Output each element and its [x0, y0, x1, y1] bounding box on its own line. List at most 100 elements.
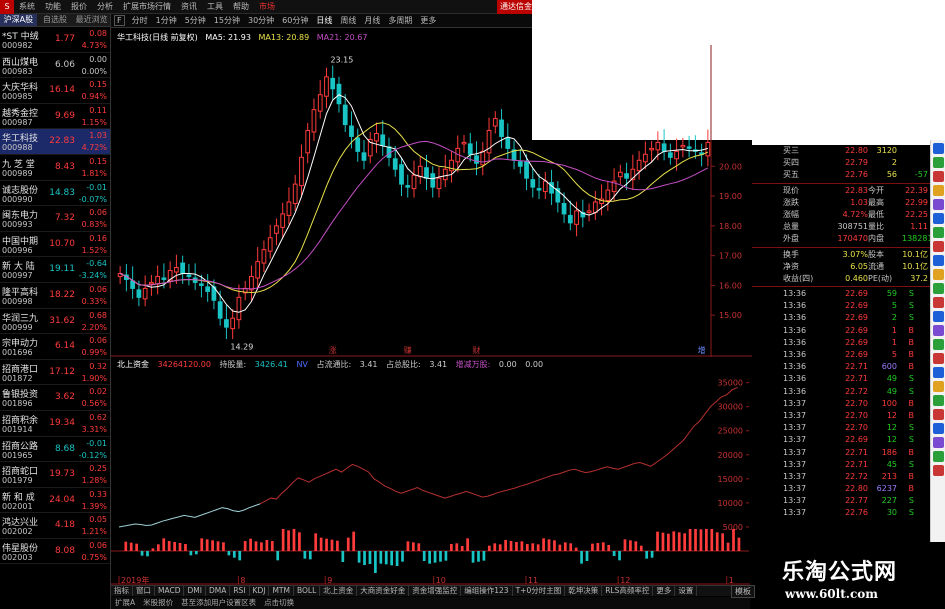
- toolbar-icon[interactable]: [933, 283, 944, 294]
- stock-row[interactable]: 伟星股份 002003 8.08 0.06 0.75%: [0, 539, 110, 565]
- stock-row[interactable]: 招商港口 001872 17.12 0.32 1.90%: [0, 360, 110, 386]
- stock-row[interactable]: 鲁银投资 001896 3.62 0.02 0.56%: [0, 385, 110, 411]
- menu-item[interactable]: 功能: [40, 1, 66, 12]
- menu-item[interactable]: 工具: [202, 1, 228, 12]
- menu-item[interactable]: 报价: [66, 1, 92, 12]
- menu-item[interactable]: 资讯: [176, 1, 202, 12]
- period-tab[interactable]: 1分钟: [152, 15, 181, 26]
- toolbar-icon[interactable]: [933, 395, 944, 406]
- indicator-tab[interactable]: MTM: [269, 586, 294, 596]
- indicator-tab[interactable]: RSI: [230, 586, 250, 596]
- candle[interactable]: [430, 166, 436, 198]
- quote-panel-tab[interactable]: 模板: [731, 585, 755, 598]
- candle[interactable]: [186, 263, 192, 286]
- toolbar-icon[interactable]: [933, 409, 944, 420]
- indicator-tab[interactable]: 北上资金: [320, 586, 358, 596]
- candle[interactable]: [267, 224, 273, 259]
- stock-row[interactable]: 华润三九 000999 31.62 0.68 2.20%: [0, 309, 110, 335]
- toolbar-icon[interactable]: [933, 311, 944, 322]
- candle[interactable]: [692, 135, 698, 159]
- event-marker[interactable]: 涨: [329, 345, 337, 355]
- toolbar-icon[interactable]: [933, 171, 944, 182]
- candle[interactable]: [605, 180, 611, 211]
- indicator-tab[interactable]: KDJ: [250, 586, 270, 596]
- candle[interactable]: [230, 308, 236, 340]
- event-marker[interactable]: 增: [698, 345, 706, 355]
- stock-row[interactable]: 九 芝 堂 000989 8.43 0.15 1.81%: [0, 155, 110, 181]
- menu-item[interactable]: 扩展市场行情: [118, 1, 176, 12]
- event-marker[interactable]: 财: [473, 345, 481, 355]
- candle[interactable]: [499, 109, 504, 149]
- stock-row[interactable]: 新 大 陆 000997 19.11 -0.64 -3.24%: [0, 257, 110, 283]
- stock-row[interactable]: 招商蛇口 001979 19.73 0.25 1.28%: [0, 462, 110, 488]
- indicator-tab[interactable]: 编组操作123: [461, 586, 513, 596]
- candlestick-chart[interactable]: 20.00 19.00 18.00 17.00 16.00 15.00 23.15 14.29…: [111, 45, 752, 357]
- candle[interactable]: [211, 279, 217, 310]
- candle[interactable]: [624, 162, 629, 191]
- candle[interactable]: [117, 266, 123, 284]
- period-tab[interactable]: 月线: [360, 15, 384, 26]
- candle[interactable]: [174, 254, 179, 284]
- candle[interactable]: [305, 123, 311, 164]
- candle[interactable]: [449, 151, 454, 183]
- period-tab[interactable]: 60分钟: [278, 15, 312, 26]
- candle[interactable]: [380, 120, 386, 156]
- toolbar-icon[interactable]: [933, 241, 944, 252]
- candle[interactable]: [667, 143, 673, 165]
- candle[interactable]: [705, 129, 711, 167]
- candle[interactable]: [192, 263, 198, 290]
- candle[interactable]: [636, 151, 642, 180]
- indicator-tab[interactable]: 乾坤决策: [565, 586, 603, 596]
- indicator-tab[interactable]: 大商资金好金: [357, 586, 410, 596]
- candle[interactable]: [330, 65, 336, 100]
- candle[interactable]: [542, 171, 548, 200]
- menu-item[interactable]: 系统: [14, 1, 40, 12]
- stock-row[interactable]: 大庆华科 000985 16.14 0.15 0.94%: [0, 78, 110, 104]
- stock-row[interactable]: 宗申动力 001696 6.14 0.06 0.99%: [0, 334, 110, 360]
- period-tab[interactable]: 15分钟: [210, 15, 244, 26]
- period-tab[interactable]: 多周期: [384, 15, 416, 26]
- candle[interactable]: [367, 131, 373, 164]
- candle[interactable]: [686, 135, 692, 158]
- toolbar-icon[interactable]: [933, 437, 944, 448]
- candle[interactable]: [517, 148, 523, 174]
- candle[interactable]: [480, 142, 486, 176]
- candle[interactable]: [261, 240, 267, 273]
- toolbar-icon[interactable]: [933, 269, 944, 280]
- candle[interactable]: [286, 187, 292, 225]
- indicator-tab[interactable]: 资金增强监控: [409, 586, 462, 596]
- candle[interactable]: [474, 141, 479, 176]
- candle[interactable]: [617, 164, 623, 185]
- candle[interactable]: [142, 275, 148, 307]
- candle[interactable]: [399, 157, 404, 197]
- candle[interactable]: [511, 140, 517, 170]
- indicator-tab[interactable]: RLS高频率控: [602, 586, 654, 596]
- candle[interactable]: [417, 157, 423, 185]
- toolbar-icon[interactable]: [933, 157, 944, 168]
- toolbar-icon[interactable]: [933, 143, 944, 154]
- period-tab[interactable]: 日线: [312, 15, 336, 26]
- candle[interactable]: [442, 154, 448, 188]
- stock-row[interactable]: 闽东电力 000993 7.32 0.06 0.83%: [0, 206, 110, 232]
- extension-tab[interactable]: 点击切换: [260, 597, 298, 609]
- indicator-tab[interactable]: 设置: [675, 586, 698, 596]
- toolbar-icon[interactable]: [933, 325, 944, 336]
- candle[interactable]: [299, 144, 304, 198]
- candle[interactable]: [374, 122, 379, 153]
- indicator-tab[interactable]: 窗口: [133, 586, 155, 596]
- candle[interactable]: [155, 265, 161, 295]
- stock-row[interactable]: *ST 中绒 000982 1.77 0.08 4.73%: [0, 27, 110, 53]
- candle[interactable]: [461, 134, 467, 153]
- indicator-chart[interactable]: 35000300002500020000150001000050002019年 8…: [111, 357, 752, 585]
- candle[interactable]: [467, 132, 473, 162]
- close-chart-button[interactable]: F: [114, 15, 125, 26]
- toolbar-icon[interactable]: [933, 339, 944, 350]
- period-tab[interactable]: 30分钟: [244, 15, 278, 26]
- stock-row[interactable]: 隆平高科 000998 18.22 0.06 0.33%: [0, 283, 110, 309]
- candle[interactable]: [249, 265, 254, 302]
- candle[interactable]: [661, 129, 667, 161]
- indicator-tab[interactable]: 更多: [653, 586, 676, 596]
- candle[interactable]: [130, 266, 136, 299]
- candle[interactable]: [486, 117, 492, 162]
- candle[interactable]: [530, 168, 536, 198]
